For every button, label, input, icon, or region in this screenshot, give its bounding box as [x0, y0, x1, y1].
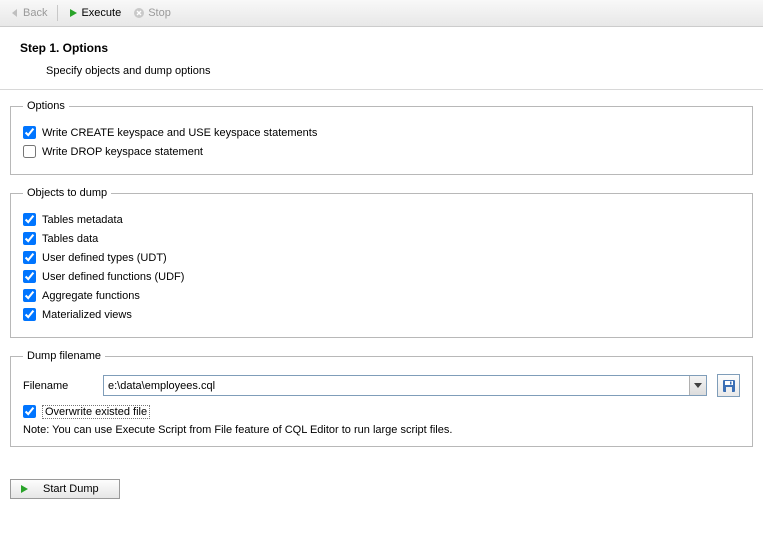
tables-data-checkbox[interactable] [23, 232, 36, 245]
options-group: Options Write CREATE keyspace and USE ke… [10, 100, 753, 175]
udt-label[interactable]: User defined types (UDT) [42, 252, 167, 264]
start-dump-label: Start Dump [43, 483, 99, 495]
step-title: Step 1. Options [20, 41, 755, 55]
stop-label: Stop [148, 7, 171, 19]
aggregate-checkbox[interactable] [23, 289, 36, 302]
play-icon [19, 484, 29, 494]
header-separator [0, 89, 763, 90]
filename-legend: Dump filename [23, 350, 105, 362]
objects-group: Objects to dump Tables metadata Tables d… [10, 187, 753, 338]
filename-label: Filename [23, 380, 93, 392]
back-label: Back [23, 7, 47, 19]
write-create-checkbox[interactable] [23, 126, 36, 139]
objects-legend: Objects to dump [23, 187, 111, 199]
tables-data-label[interactable]: Tables data [42, 233, 98, 245]
step-subtitle: Specify objects and dump options [20, 65, 755, 77]
execute-button[interactable]: Execute [64, 6, 125, 20]
start-dump-button[interactable]: Start Dump [10, 479, 120, 499]
filename-group: Dump filename Filename Overwrite exi [10, 350, 753, 447]
back-button[interactable]: Back [6, 6, 51, 20]
overwrite-label-text: Overwrite existed file [42, 405, 150, 419]
floppy-icon [722, 379, 736, 393]
write-drop-checkbox[interactable] [23, 145, 36, 158]
tables-metadata-checkbox[interactable] [23, 213, 36, 226]
stop-icon [133, 7, 145, 19]
step-header: Step 1. Options Specify objects and dump… [0, 27, 763, 83]
options-legend: Options [23, 100, 69, 112]
matviews-label[interactable]: Materialized views [42, 309, 132, 321]
write-drop-label[interactable]: Write DROP keyspace statement [42, 146, 203, 158]
execute-label: Execute [81, 7, 121, 19]
chevron-down-icon [694, 383, 702, 389]
browse-save-button[interactable] [717, 374, 740, 397]
write-create-label[interactable]: Write CREATE keyspace and USE keyspace s… [42, 127, 317, 139]
filename-combo [103, 375, 707, 396]
stop-button[interactable]: Stop [129, 6, 175, 20]
udf-label[interactable]: User defined functions (UDF) [42, 271, 184, 283]
toolbar: Back Execute Stop [0, 0, 763, 27]
udt-checkbox[interactable] [23, 251, 36, 264]
filename-note: Note: You can use Execute Script from Fi… [23, 424, 740, 436]
toolbar-separator [57, 5, 58, 21]
overwrite-label[interactable]: Overwrite existed file [42, 406, 150, 418]
udf-checkbox[interactable] [23, 270, 36, 283]
play-icon [68, 8, 78, 18]
matviews-checkbox[interactable] [23, 308, 36, 321]
aggregate-label[interactable]: Aggregate functions [42, 290, 140, 302]
filename-dropdown-button[interactable] [689, 376, 706, 395]
tables-metadata-label[interactable]: Tables metadata [42, 214, 123, 226]
back-icon [10, 8, 20, 18]
overwrite-checkbox[interactable] [23, 405, 36, 418]
filename-input[interactable] [103, 375, 707, 396]
